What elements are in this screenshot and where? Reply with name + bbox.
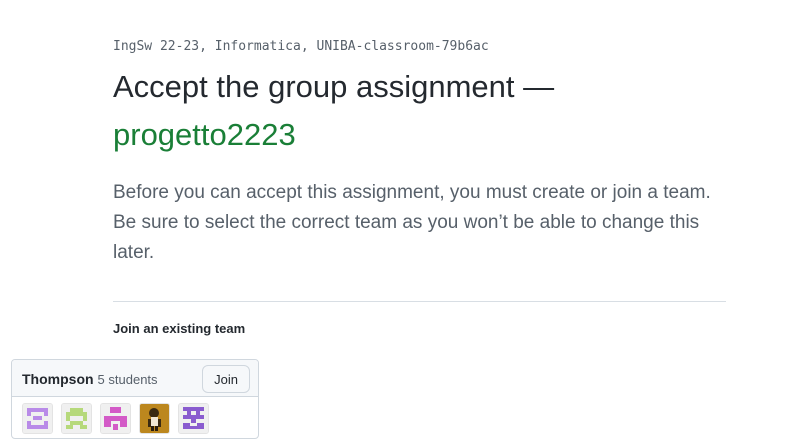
assignment-content: IngSw 22-23, Informatica, UNIBA-classroo… xyxy=(113,30,726,268)
section-divider xyxy=(113,301,726,302)
avatar[interactable] xyxy=(100,403,131,434)
assignment-page: IngSw 22-23, Informatica, UNIBA-classroo… xyxy=(0,0,804,448)
join-existing-team-heading: Join an existing team xyxy=(113,321,246,336)
team-name: Thompson xyxy=(22,371,94,387)
avatar[interactable] xyxy=(61,403,92,434)
avatar[interactable] xyxy=(178,403,209,434)
join-team-button[interactable]: Join xyxy=(202,365,250,393)
avatar[interactable] xyxy=(139,403,170,434)
team-card: Thompson 5 students Join xyxy=(11,359,259,439)
team-name-line: Thompson 5 students xyxy=(22,371,158,388)
page-title-prefix: Accept the group assignment — xyxy=(113,69,555,104)
intro-text: Before you can accept this assignment, y… xyxy=(113,182,711,263)
avatar[interactable] xyxy=(22,403,53,434)
team-card-header: Thompson 5 students Join xyxy=(12,360,258,397)
team-member-count: 5 students xyxy=(97,372,158,387)
assignment-name: progetto2223 xyxy=(113,117,296,152)
page-title: Accept the group assignment — progetto22… xyxy=(113,63,726,159)
classroom-name: IngSw 22-23, Informatica, UNIBA-classroo… xyxy=(113,39,489,54)
team-member-avatars xyxy=(22,403,209,434)
